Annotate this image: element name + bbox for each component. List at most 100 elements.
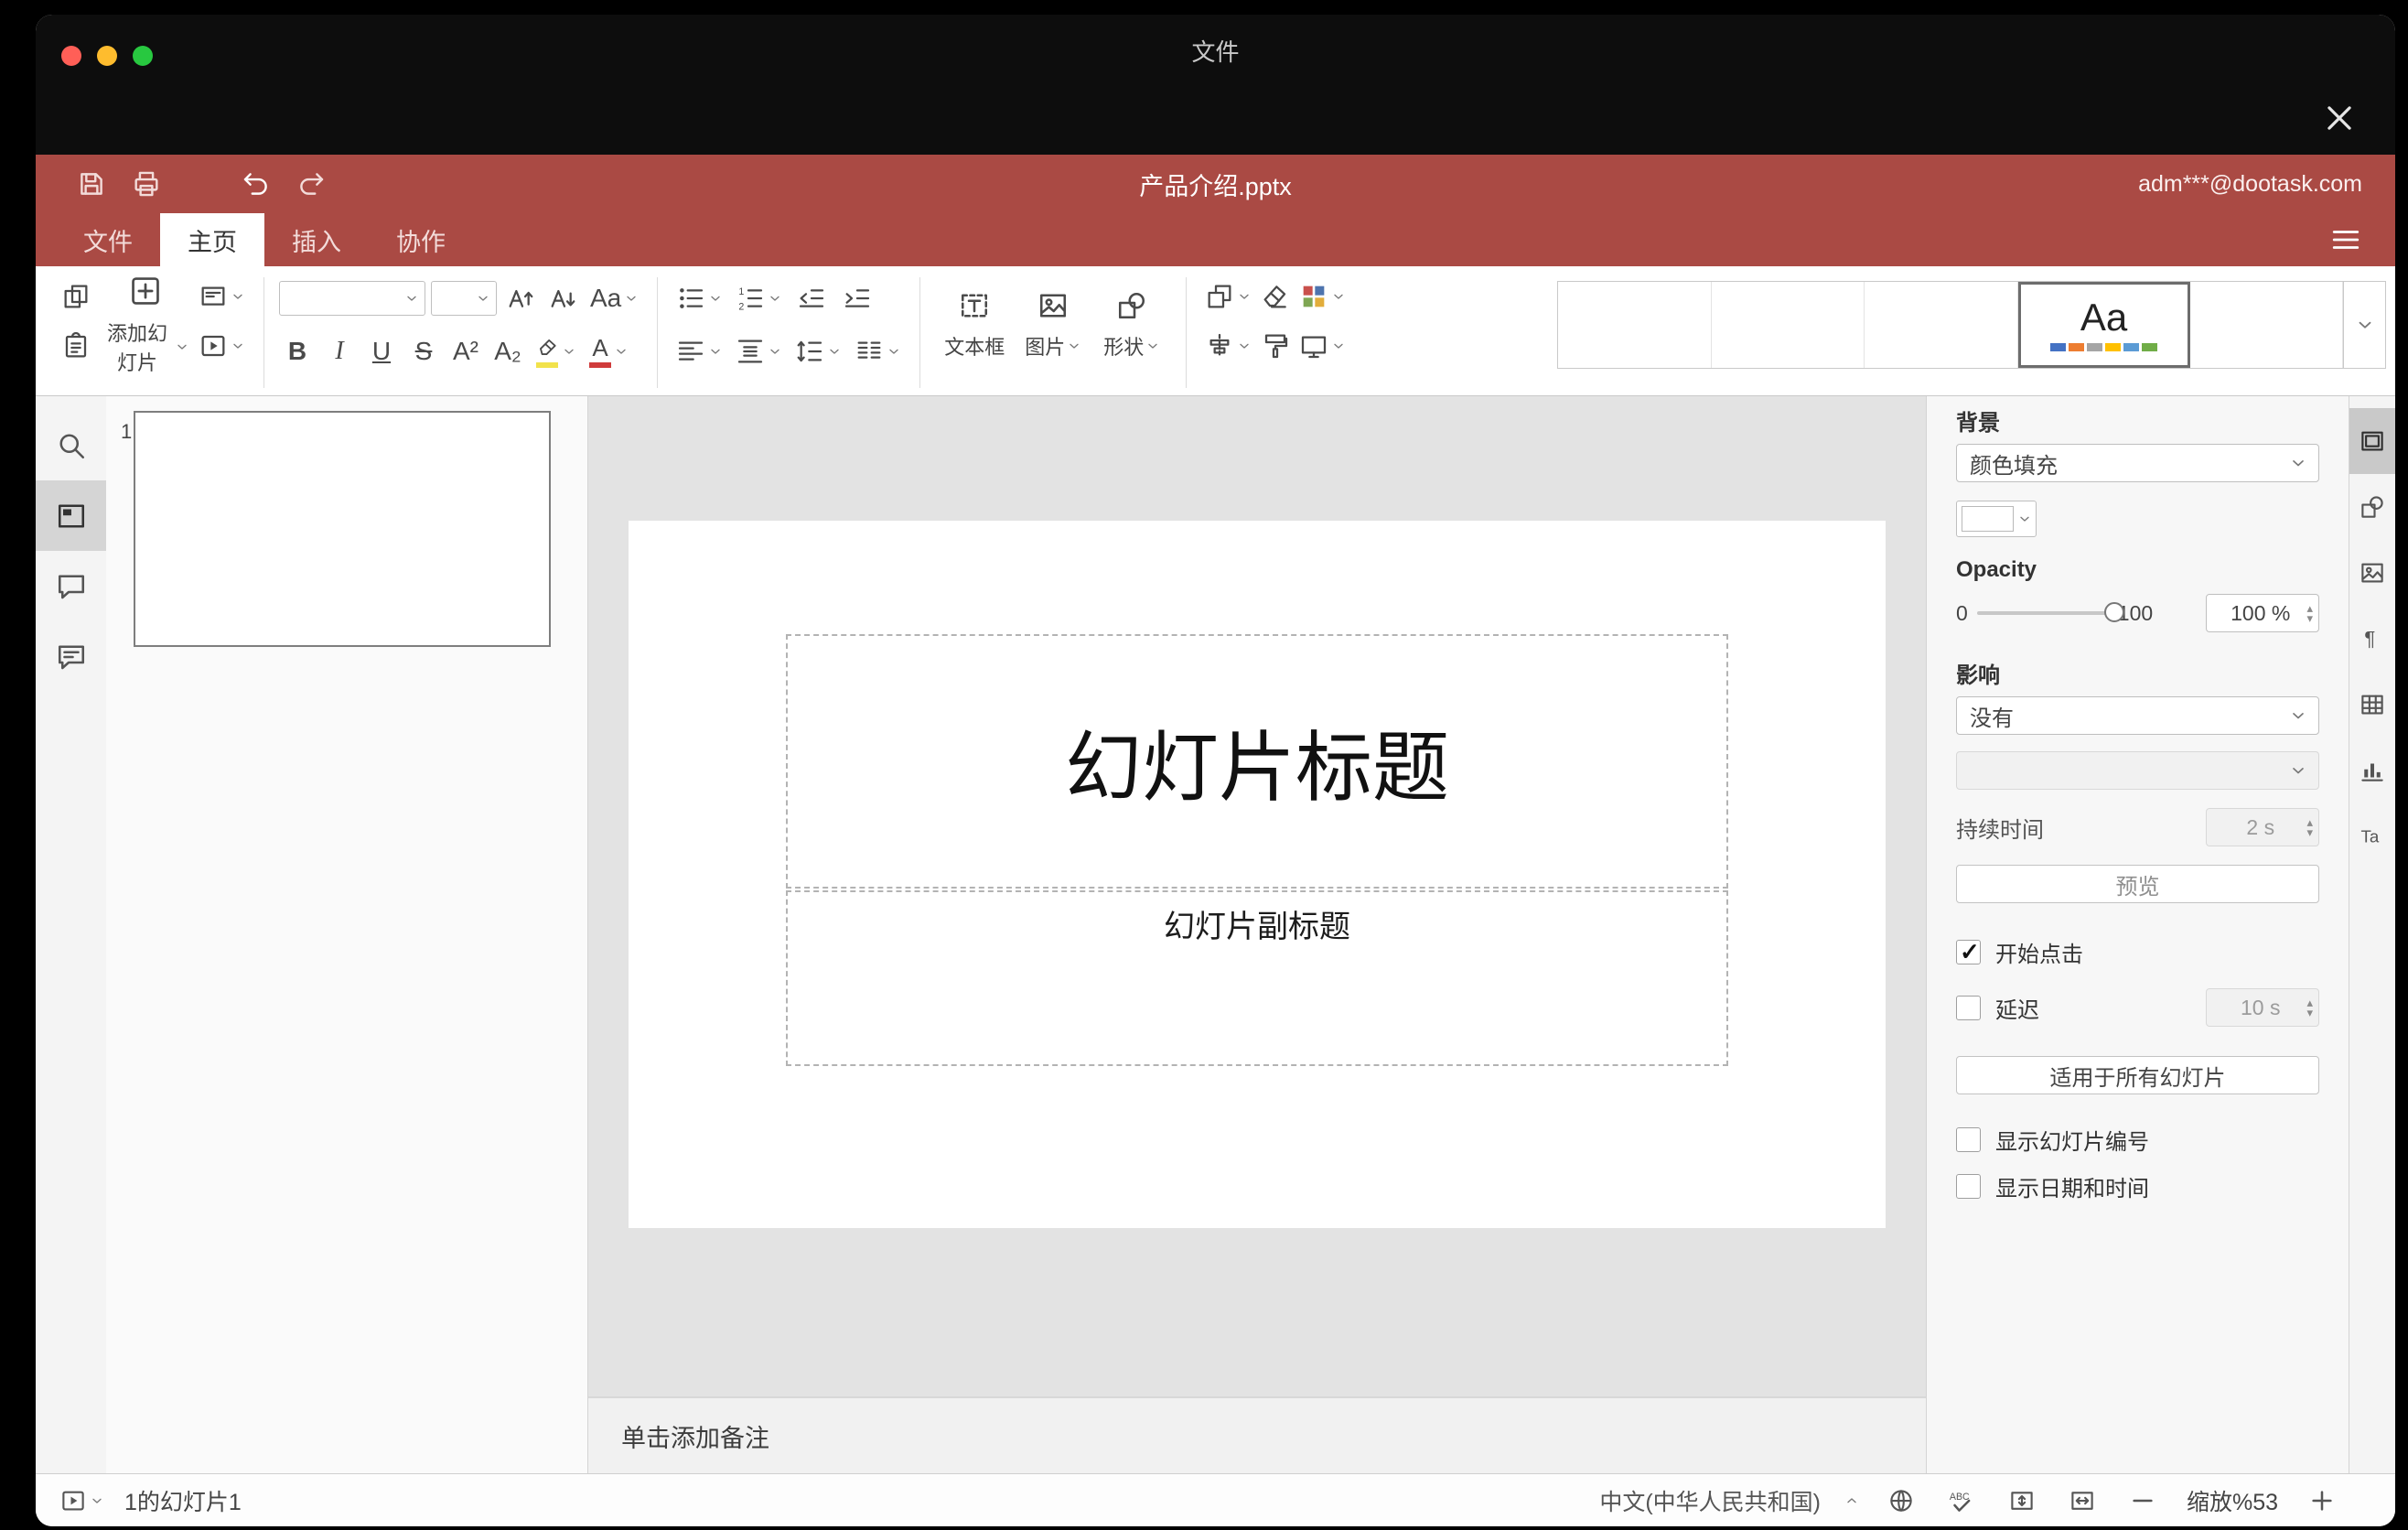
effect-variant-select[interactable] [1956,751,2319,790]
change-case-button[interactable]: Aa [586,277,642,319]
comments-panel-button[interactable] [36,551,106,621]
strikethrough-button[interactable]: S [405,330,442,372]
clear-style-button[interactable] [1255,275,1295,318]
close-button[interactable] [2317,95,2362,141]
close-traffic-light[interactable] [61,46,81,66]
slide-canvas-area[interactable]: 幻灯片标题 幻灯片副标题 单击添加备注 [588,396,1926,1473]
checkbox-icon[interactable] [1956,1127,1981,1152]
font-size-select[interactable] [431,281,497,316]
columns-button[interactable] [851,330,905,372]
shape-settings-button[interactable] [2349,474,2396,540]
background-fill-select[interactable]: 颜色填充 [1956,444,2319,482]
insert-textbox-button[interactable]: 文本框 [935,275,1014,374]
show-date-time-checkbox[interactable]: 显示日期和时间 [1956,1170,2319,1202]
insert-image-button[interactable]: 图片 [1014,275,1092,374]
bullets-button[interactable] [672,277,726,319]
fit-width-button[interactable] [2064,1481,2101,1521]
theme-gallery-expand-button[interactable] [2344,281,2386,369]
theme-item-selected[interactable]: Aa [2017,282,2190,368]
slide-size-button[interactable] [1295,325,1349,367]
opacity-slider-knob[interactable] [2103,602,2124,622]
italic-button[interactable]: I [321,330,358,372]
slide-thumbnail[interactable] [134,411,551,647]
show-slide-number-checkbox[interactable]: 显示幻灯片编号 [1956,1124,2319,1156]
theme-item[interactable] [1711,282,1865,368]
document-language-button[interactable] [1883,1481,1919,1521]
line-spacing-button[interactable] [791,330,845,372]
notes-area[interactable]: 单击添加备注 [588,1396,1926,1473]
theme-item[interactable] [2189,282,2343,368]
increase-font-button[interactable] [502,277,539,319]
spellcheck-button[interactable]: ABC [1943,1481,1980,1521]
slide-canvas[interactable]: 幻灯片标题 幻灯片副标题 [629,521,1886,1228]
effect-select[interactable]: 没有 [1956,696,2319,735]
opacity-spinner[interactable]: 100 % ▴ ▾ [2206,594,2319,632]
preview-button[interactable]: 预览 [1956,865,2319,903]
language-selector[interactable]: 中文(中华人民共和国) [1599,1484,1821,1517]
background-color-picker[interactable] [1956,501,2037,537]
color-scheme-button[interactable] [1295,275,1349,318]
search-panel-button[interactable] [36,410,106,480]
maximize-traffic-light[interactable] [133,46,153,66]
spinner-arrows-icon[interactable]: ▴ ▾ [2306,602,2318,624]
theme-gallery[interactable]: Aa [1557,281,2344,369]
slide-thumbnails-panel[interactable]: 1 [106,396,588,1473]
tab-file[interactable]: 文件 [56,213,160,266]
copy-style-button[interactable] [1255,325,1295,367]
font-name-select[interactable] [279,281,425,316]
start-slideshow-button[interactable] [195,325,249,367]
subscript-button[interactable]: A₂ [489,330,526,372]
minimize-traffic-light[interactable] [97,46,117,66]
copy-button[interactable] [56,275,96,318]
paragraph-settings-button[interactable]: ¶ [2349,606,2396,672]
undo-button[interactable] [235,163,277,205]
tab-insert[interactable]: 插入 [264,213,369,266]
increase-indent-button[interactable] [837,277,877,319]
chart-settings-button[interactable] [2349,738,2396,803]
table-settings-button[interactable] [2349,672,2396,738]
start-slideshow-status-button[interactable] [59,1481,104,1521]
menu-button[interactable] [2326,221,2366,258]
save-button[interactable] [70,163,113,205]
print-button[interactable] [125,163,167,205]
slide-layout-button[interactable] [195,275,249,318]
bold-button[interactable]: B [279,330,316,372]
tab-home[interactable]: 主页 [160,213,264,266]
opacity-slider[interactable] [1976,602,2124,622]
apply-to-all-button[interactable]: 适用于所有幻灯片 [1956,1056,2319,1094]
arrange-shape-button[interactable] [1201,275,1255,318]
checkbox-icon[interactable] [1956,938,1981,966]
spinner-arrows-icon[interactable]: ▴ ▾ [2306,816,2318,838]
checkbox-icon[interactable] [1956,995,1981,1020]
tab-collaboration[interactable]: 协作 [369,213,473,266]
numbering-button[interactable]: 12 [732,277,786,319]
duration-spinner[interactable]: 2 s ▴ ▾ [2206,808,2319,846]
highlight-color-button[interactable] [532,330,580,372]
zoom-out-button[interactable] [2124,1481,2161,1521]
slide-title-placeholder[interactable]: 幻灯片标题 [786,634,1728,889]
decrease-indent-button[interactable] [791,277,832,319]
decrease-font-button[interactable] [544,277,581,319]
redo-button[interactable] [290,163,332,205]
spinner-arrows-icon[interactable]: ▴ ▾ [2306,997,2318,1018]
superscript-button[interactable]: A² [447,330,484,372]
theme-item[interactable] [1865,282,2018,368]
align-shape-button[interactable] [1201,325,1255,367]
paste-button[interactable] [56,325,96,367]
slide-subtitle-placeholder[interactable]: 幻灯片副标题 [786,890,1728,1066]
fit-slide-button[interactable] [2004,1481,2040,1521]
insert-shape-button[interactable]: 形状 [1092,275,1171,374]
checkbox-icon[interactable] [1956,1174,1981,1199]
slide-settings-button[interactable] [2349,408,2395,474]
vertical-align-button[interactable] [732,330,786,372]
image-settings-button[interactable] [2349,540,2396,606]
delay-spinner[interactable]: 10 s ▴ ▾ [2206,988,2319,1027]
add-slide-button[interactable]: 添加幻灯片 [102,275,189,374]
font-color-button[interactable]: A [586,330,632,372]
horizontal-align-button[interactable] [672,330,726,372]
start-on-click-checkbox[interactable]: 开始点击 [1956,936,2319,968]
underline-button[interactable]: U [363,330,400,372]
theme-item[interactable] [1558,282,1712,368]
zoom-in-button[interactable] [2304,1481,2340,1521]
chat-panel-button[interactable] [36,621,106,692]
